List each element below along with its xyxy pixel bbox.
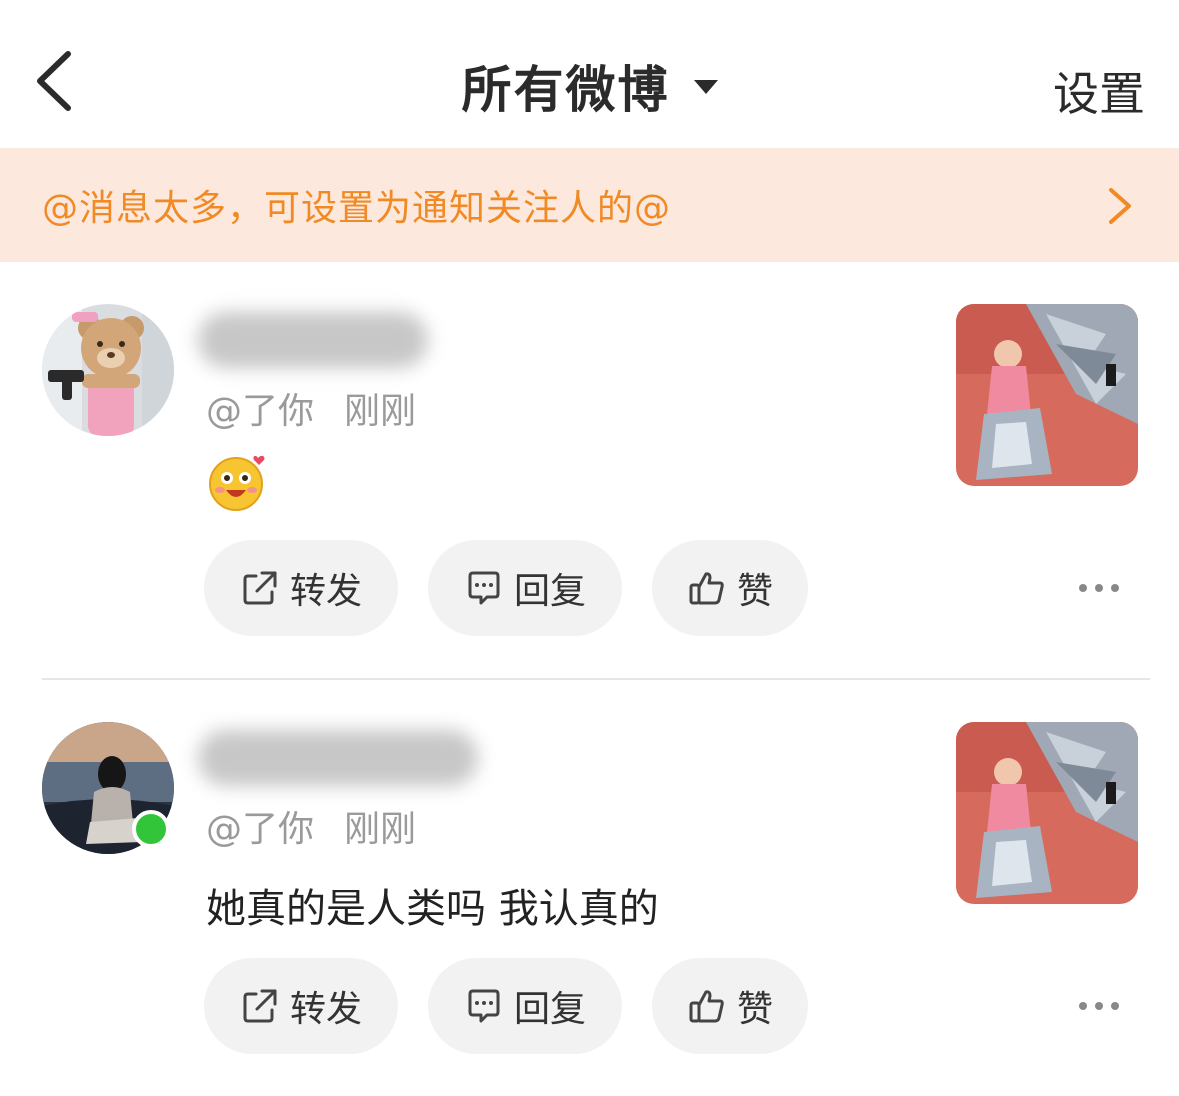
like-button[interactable]: 赞 [652, 958, 808, 1054]
dot-icon [1095, 1002, 1103, 1010]
post-actions: 转发 回复 赞 [204, 958, 808, 1054]
reply-button[interactable]: 回复 [428, 540, 622, 636]
dot-icon [1111, 1002, 1119, 1010]
mention-handle: @了你 [206, 809, 315, 850]
online-status-dot [132, 810, 170, 848]
chevron-right-icon [1109, 188, 1131, 224]
forward-label: 转发 [290, 989, 363, 1030]
post-thumbnail-image [956, 304, 1138, 486]
post-text: 她真的是人类吗 我认真的 [206, 886, 659, 932]
post-thumbnail-image [956, 722, 1138, 904]
username-blurred[interactable] [198, 730, 478, 786]
comment-icon [468, 989, 500, 1023]
post-meta: @了你 刚刚 [206, 800, 416, 852]
post-thumbnail[interactable] [956, 722, 1138, 904]
reply-label: 回复 [514, 989, 587, 1030]
mention-handle: @了你 [206, 391, 315, 432]
smiling-emoji-icon [209, 455, 265, 511]
avatar[interactable] [42, 304, 174, 436]
reply-button[interactable]: 回复 [428, 958, 622, 1054]
top-nav-bar: 所有微博 设置 [0, 0, 1179, 148]
caret-down-icon [693, 80, 718, 94]
comment-icon [468, 571, 500, 605]
share-icon [243, 571, 277, 605]
more-options-button[interactable] [1079, 584, 1119, 592]
mention-card: @了你 刚刚 转发 回复 赞 [0, 262, 1179, 680]
forward-button[interactable]: 转发 [204, 958, 398, 1054]
feed-filter-dropdown[interactable]: 所有微博 [0, 50, 1179, 122]
share-icon [243, 989, 277, 1023]
settings-button[interactable]: 设置 [1053, 58, 1145, 124]
teddy-bear-avatar-image [42, 304, 174, 436]
like-button[interactable]: 赞 [652, 540, 808, 636]
notice-banner-text: @消息太多，可设置为通知关注人的@ [42, 188, 672, 229]
dot-icon [1079, 584, 1087, 592]
more-options-button[interactable] [1079, 1002, 1119, 1010]
like-label: 赞 [737, 989, 774, 1030]
forward-label: 转发 [290, 571, 363, 612]
post-actions: 转发 回复 赞 [204, 540, 808, 636]
dot-icon [1111, 584, 1119, 592]
dot-icon [1095, 584, 1103, 592]
timestamp: 刚刚 [344, 809, 417, 850]
page-title: 所有微博 [461, 61, 670, 119]
post-meta: @了你 刚刚 [206, 382, 416, 434]
like-label: 赞 [737, 571, 774, 612]
post-thumbnail[interactable] [956, 304, 1138, 486]
thumbs-up-icon [689, 572, 724, 605]
mention-card: @了你 刚刚 她真的是人类吗 我认真的 转发 回复 赞 [0, 680, 1179, 1096]
dot-icon [1079, 1002, 1087, 1010]
notice-banner[interactable]: @消息太多，可设置为通知关注人的@ [0, 148, 1179, 262]
username-blurred[interactable] [198, 312, 428, 368]
thumbs-up-icon [689, 990, 724, 1023]
reply-label: 回复 [514, 571, 587, 612]
timestamp: 刚刚 [344, 391, 417, 432]
forward-button[interactable]: 转发 [204, 540, 398, 636]
